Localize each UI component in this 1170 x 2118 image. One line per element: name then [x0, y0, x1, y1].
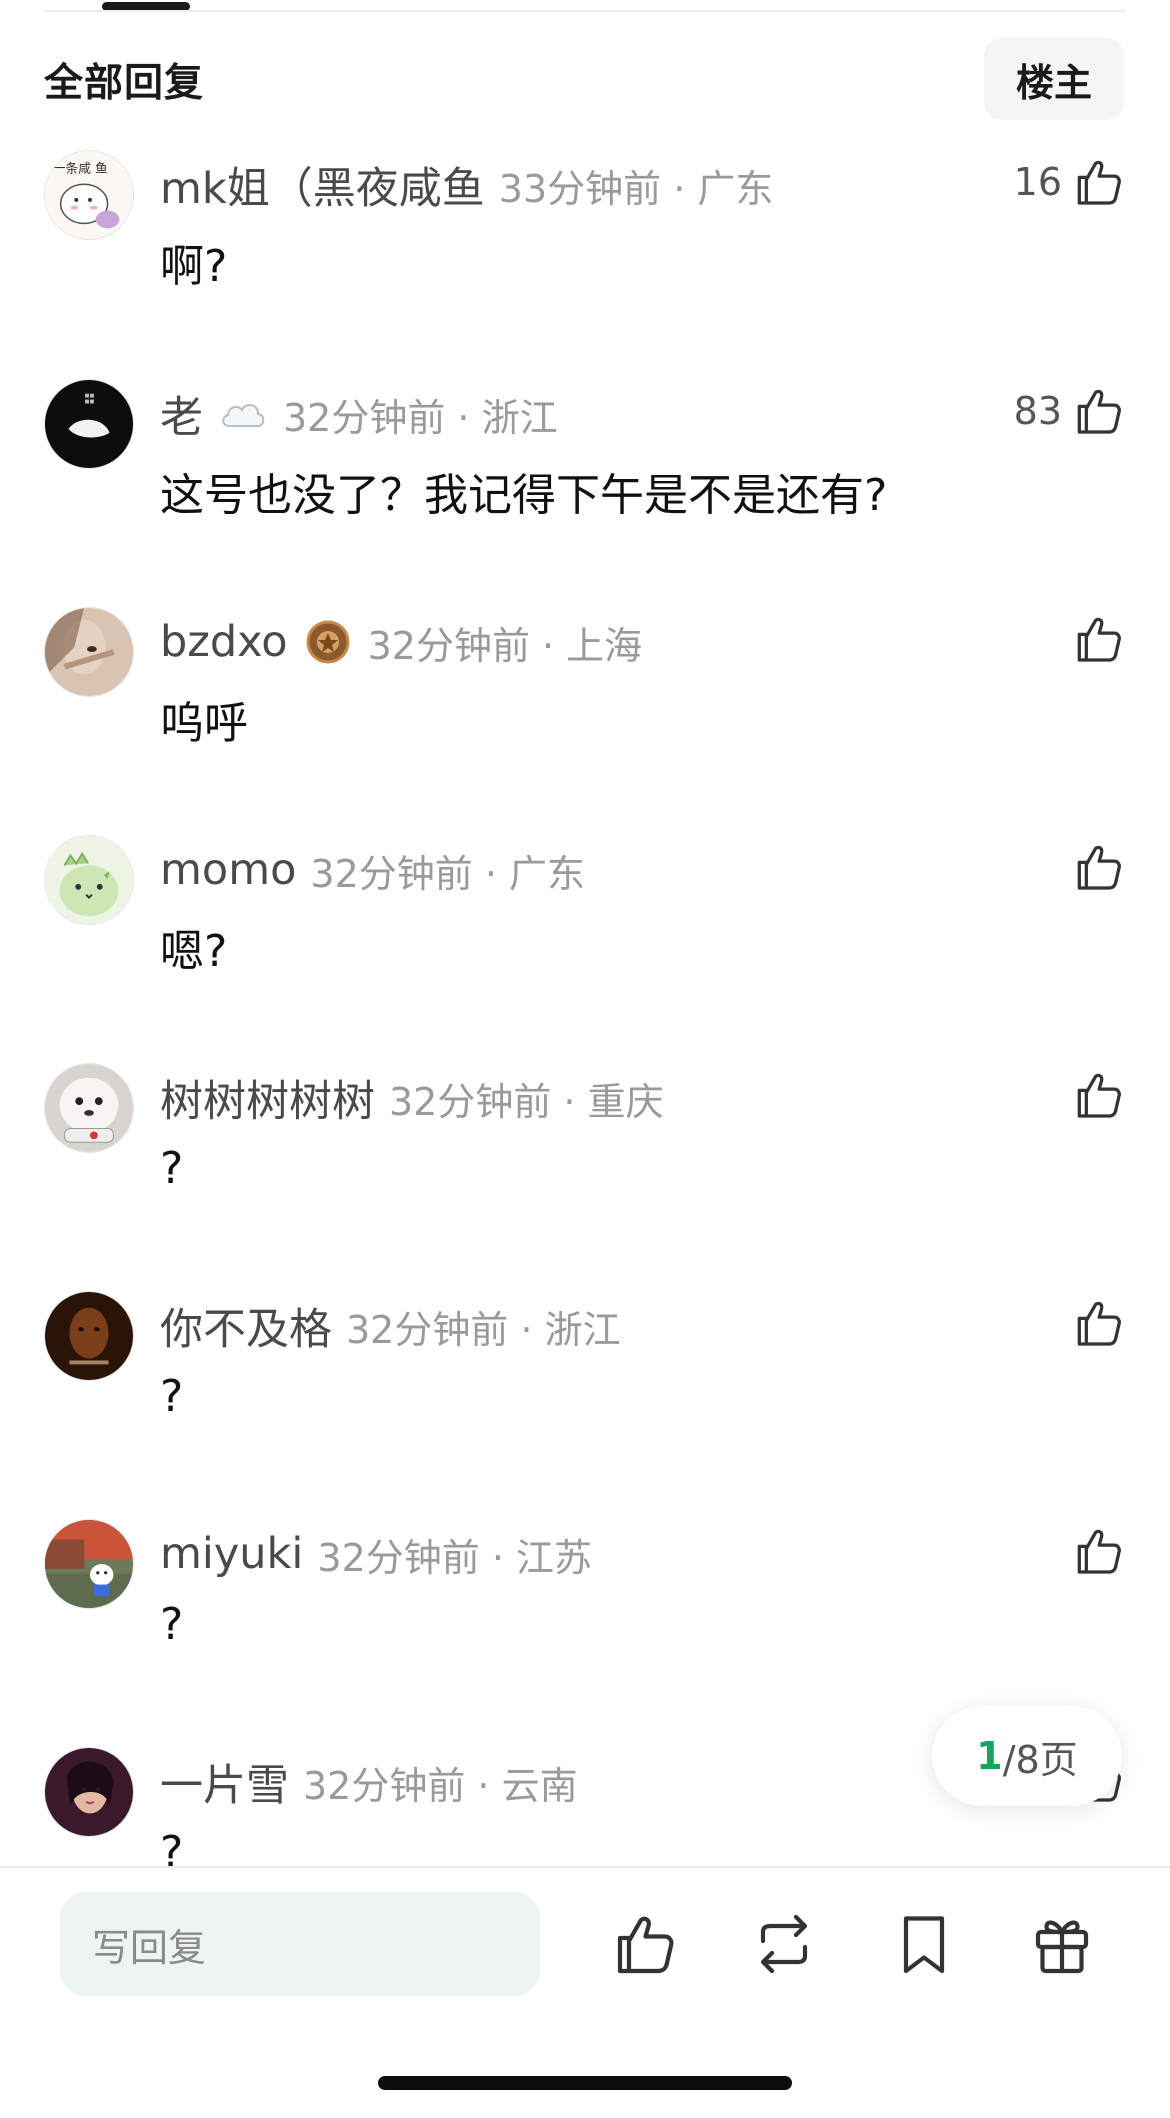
comment-text: 这号也没了？我记得下午是不是还有? — [160, 470, 888, 521]
comment-meta: 老 32分钟前 · 浙江 — [160, 385, 558, 443]
page-indicator[interactable]: 1/8页 — [932, 1706, 1122, 1806]
like-button[interactable] — [1070, 1521, 1126, 1581]
thumb-up-icon — [1070, 383, 1126, 439]
user-avatar[interactable] — [44, 1519, 134, 1609]
user-avatar[interactable] — [44, 835, 134, 925]
time-location: 32分钟前 · 广东 — [310, 851, 585, 896]
avatar-text: 一条咸 鱼 — [53, 161, 108, 176]
comment-item[interactable]: 你不及格 32分钟前 · 浙江 ? — [0, 1291, 1170, 1519]
user-avatar[interactable] — [44, 1747, 134, 1837]
like-button[interactable] — [1070, 609, 1126, 669]
username[interactable]: 你不及格 — [160, 1295, 332, 1357]
user-avatar[interactable] — [44, 379, 134, 469]
comment-item[interactable]: bzdxo 32分钟前 · 上海 呜呼 — [0, 607, 1170, 835]
like-button[interactable] — [1070, 1065, 1126, 1125]
time-location: 32分钟前 · 浙江 — [346, 1307, 621, 1352]
cat-sticker-avatar: 一条咸 鱼 — [45, 151, 133, 239]
time-location: 32分钟前 · 浙江 — [283, 395, 558, 440]
thumb-up-icon[interactable] — [608, 1908, 680, 1980]
username[interactable]: 老 — [160, 383, 203, 445]
thumb-up-icon — [1070, 611, 1126, 667]
user-avatar[interactable] — [44, 607, 134, 697]
comment-item[interactable]: momo 32分钟前 · 广东 嗯? — [0, 835, 1170, 1063]
op-only-filter-button[interactable]: 楼主 — [984, 38, 1124, 120]
medal-icon — [302, 616, 354, 668]
comment-meta: 一片雪 32分钟前 · 云南 — [160, 1753, 578, 1811]
comment-meta: miyuki 32分钟前 · 江苏 — [160, 1525, 592, 1583]
home-indicator — [378, 2076, 792, 2090]
scene-avatar — [45, 1520, 133, 1608]
thumb-up-icon — [1070, 1067, 1126, 1123]
comment-meta: bzdxo 32分钟前 · 上海 — [160, 613, 642, 671]
comment-meta: momo 32分钟前 · 广东 — [160, 841, 585, 899]
comment-text: 呜呼 — [160, 698, 248, 749]
like-button[interactable] — [1070, 837, 1126, 897]
dark-avatar — [45, 380, 133, 468]
comment-meta: 树树树树树 32分钟前 · 重庆 — [160, 1069, 664, 1127]
time-location: 32分钟前 · 上海 — [367, 623, 643, 668]
time-location: 33分钟前 · 广东 — [498, 166, 774, 211]
comment-text: ? — [160, 1143, 184, 1194]
comment-text: 啊? — [160, 241, 228, 292]
like-button[interactable]: 16 — [1014, 152, 1126, 212]
username[interactable]: mk姐（黑夜咸鱼 — [160, 154, 485, 216]
like-count: 16 — [1013, 160, 1062, 204]
gift-icon[interactable] — [1026, 1908, 1098, 1980]
comment-text: 嗯? — [160, 926, 228, 977]
time-location: 32分钟前 · 云南 — [303, 1763, 578, 1808]
portrait-avatar — [45, 1748, 133, 1836]
photo-avatar — [45, 608, 133, 696]
username[interactable]: miyuki — [160, 1529, 303, 1579]
time-location: 32分钟前 · 江苏 — [317, 1535, 592, 1580]
top-divider — [44, 10, 1126, 12]
green-cartoon-avatar — [45, 836, 133, 924]
current-page: 1 — [976, 1734, 1003, 1778]
comment-item[interactable]: 树树树树树 32分钟前 · 重庆 ? — [0, 1063, 1170, 1291]
user-avatar[interactable] — [44, 1291, 134, 1381]
user-avatar[interactable]: 一条咸 鱼 — [44, 150, 134, 240]
like-count: 83 — [1013, 389, 1062, 433]
dark-photo-avatar — [45, 1292, 133, 1380]
username[interactable]: 树树树树树 — [160, 1067, 375, 1129]
username[interactable]: bzdxo — [160, 617, 288, 667]
user-avatar[interactable] — [44, 1063, 134, 1153]
like-button[interactable] — [1070, 1293, 1126, 1353]
cloud-icon — [217, 388, 269, 440]
comment-page: 全部回复 楼主 一条咸 鱼 mk姐（黑夜咸鱼 33分钟前 · 广东 啊? 16 — [0, 0, 1170, 2118]
bookmark-icon[interactable] — [888, 1908, 960, 1980]
reply-input[interactable]: 写回复 — [60, 1892, 540, 1996]
thumb-up-icon — [1070, 1295, 1126, 1351]
comment-item[interactable]: 老 32分钟前 · 浙江 这号也没了？我记得下午是不是还有? 83 — [0, 379, 1170, 607]
bottom-action-bar: 写回复 — [0, 1866, 1170, 2118]
username[interactable]: momo — [160, 845, 296, 895]
dog-avatar — [45, 1064, 133, 1152]
comment-meta: mk姐（黑夜咸鱼 33分钟前 · 广东 — [160, 156, 773, 214]
comment-meta: 你不及格 32分钟前 · 浙江 — [160, 1297, 621, 1355]
comment-text: ? — [160, 1371, 184, 1422]
thumb-up-icon — [1070, 839, 1126, 895]
like-button[interactable]: 83 — [1014, 381, 1126, 441]
comment-text: ? — [160, 1599, 184, 1650]
comment-item[interactable]: 一条咸 鱼 mk姐（黑夜咸鱼 33分钟前 · 广东 啊? 16 — [0, 150, 1170, 378]
repost-icon[interactable] — [748, 1908, 820, 1980]
total-pages: /8页 — [1002, 1737, 1078, 1782]
section-title: 全部回复 — [44, 61, 205, 106]
time-location: 32分钟前 · 重庆 — [389, 1079, 664, 1124]
thumb-up-icon — [1070, 1523, 1126, 1579]
username[interactable]: 一片雪 — [160, 1751, 289, 1813]
thumb-up-icon — [1070, 154, 1126, 210]
